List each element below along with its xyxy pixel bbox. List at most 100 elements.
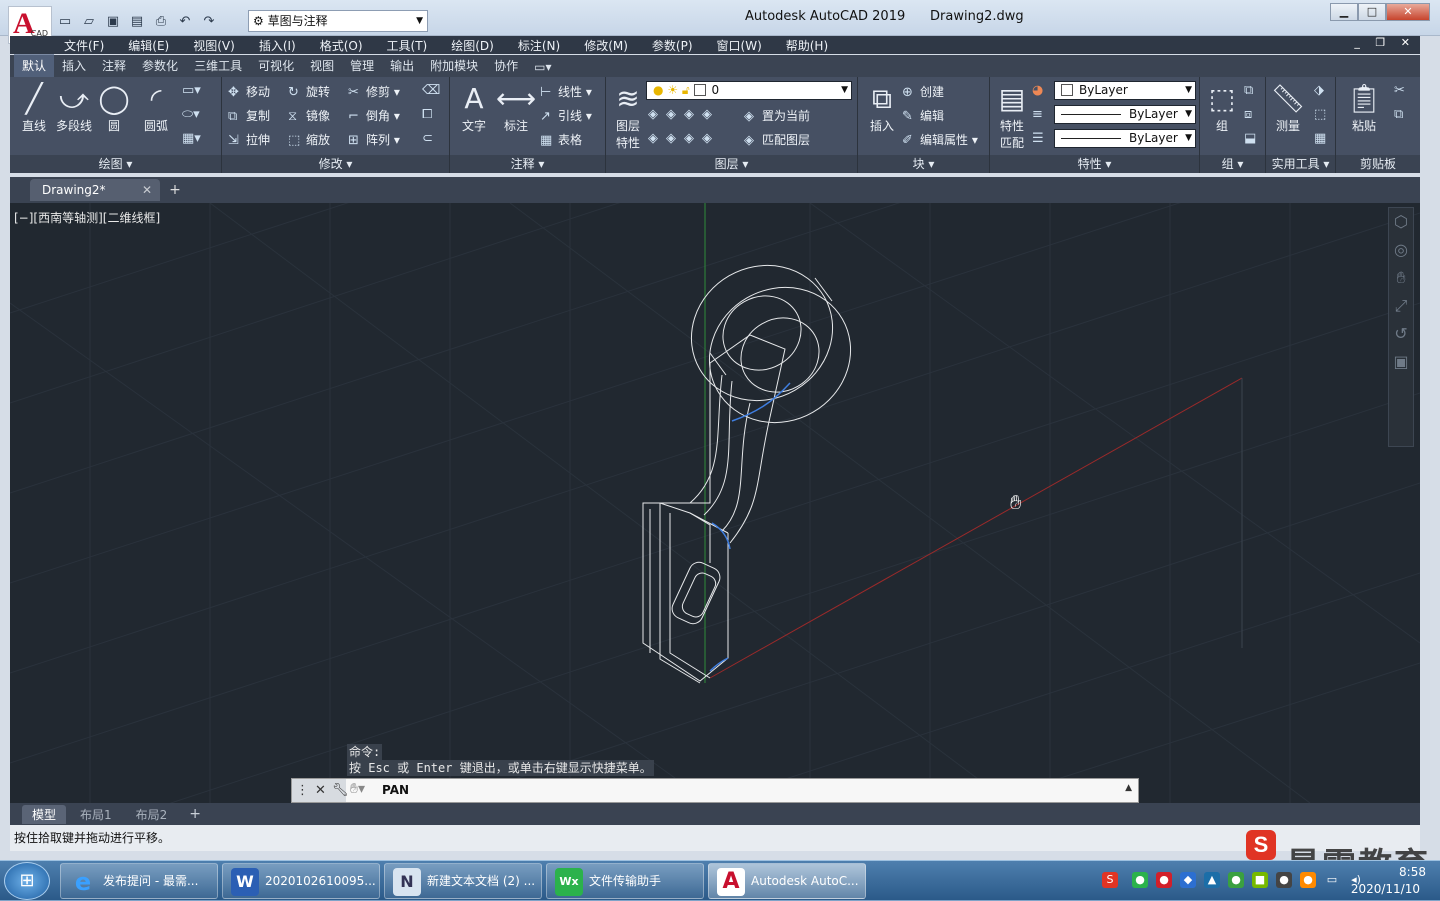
create-block-button[interactable]: ⊕ 创建 (902, 83, 944, 100)
layer-tools-row2[interactable]: ◈ ◈ ◈ ◈ (648, 131, 720, 146)
hatch-button[interactable]: ▦▾ (182, 131, 201, 146)
file-tab-drawing2[interactable]: Drawing2* ✕ (30, 179, 160, 201)
taskbar-item-notepad[interactable]: N 新建文本文档 (2) ... (384, 863, 542, 899)
insert-block-button[interactable]: ⧉ 插入 (860, 81, 904, 134)
panel-layers-title[interactable]: 图层 ▾ (606, 155, 857, 173)
menu-modify[interactable]: 修改(M) (584, 37, 628, 54)
panel-groups-title[interactable]: 组 ▾ (1200, 155, 1265, 173)
menu-tools[interactable]: 工具(T) (387, 37, 428, 54)
security-tray-icon[interactable]: ◆ (1180, 872, 1196, 888)
explode-button[interactable]: ⧠ (422, 107, 440, 122)
menu-parametric[interactable]: 参数(P) (652, 37, 693, 54)
color-dropdown[interactable]: ByLayer ▼ (1054, 81, 1196, 100)
erase-button[interactable]: ⌫ (422, 83, 440, 98)
paste-button[interactable]: 📋︎ 粘贴 (1342, 81, 1386, 134)
stretch-button[interactable]: ⇲ 拉伸 (228, 131, 270, 148)
weibo-tray-icon[interactable]: ● (1156, 872, 1172, 888)
group-select-icon[interactable]: ⬓ (1244, 131, 1262, 146)
tab-model[interactable]: 模型 (22, 804, 67, 824)
polyline-button[interactable]: ⤻ 多段线 (52, 81, 96, 134)
clock-time[interactable]: 8:58 (1399, 865, 1426, 879)
menu-dimension[interactable]: 标注(N) (518, 37, 560, 54)
text-button[interactable]: A 文字 (452, 81, 496, 134)
edit-block-button[interactable]: ✎ 编辑 (902, 107, 944, 124)
redo-icon[interactable]: ↷ (200, 12, 218, 30)
viewport-controls-label[interactable]: [−][西南等轴测][二维线框] (14, 209, 160, 226)
match-layer-button[interactable]: ◈ 匹配图层 (744, 131, 810, 148)
sogou-ime-icon[interactable]: S (1102, 872, 1118, 888)
tab-manage[interactable]: 管理 (342, 55, 382, 77)
set-current-button[interactable]: ◈ 置为当前 (744, 107, 810, 124)
minimize-button[interactable]: ▁ (1330, 3, 1358, 21)
menu-window[interactable]: 窗口(W) (717, 37, 762, 54)
select-all-icon[interactable]: ⬚ (1314, 107, 1332, 122)
steering-wheel-icon[interactable]: ◎ (1389, 236, 1413, 264)
scale-button[interactable]: ⬚ 缩放 (288, 131, 330, 148)
panel-properties-title[interactable]: 特性 ▾ (990, 155, 1199, 173)
lineweight-dropdown[interactable]: ByLayer ▼ (1054, 129, 1196, 148)
linetype-dropdown[interactable]: ByLayer ▼ (1054, 105, 1196, 124)
open-file-icon[interactable]: ▱ (80, 12, 98, 30)
leader-button[interactable]: ↗ 引线 ▾ (540, 107, 592, 124)
fillet-button[interactable]: ⌐ 倒角 ▾ (348, 107, 400, 124)
clock-date[interactable]: 2020/11/10 (1351, 882, 1420, 896)
group-button[interactable]: ⬚ 组 (1200, 81, 1244, 134)
menu-view[interactable]: 视图(V) (193, 37, 235, 54)
dimension-button[interactable]: ⟷ 标注 (494, 81, 538, 134)
panel-utilities-title[interactable]: 实用工具 ▾ (1266, 155, 1335, 173)
circle-button[interactable]: ◯ 圆 (92, 81, 136, 134)
chevron-up-icon[interactable]: ▲ (1125, 783, 1132, 793)
tab-addins[interactable]: 附加模块 (422, 55, 486, 77)
group-edit-icon[interactable]: ⧈ (1244, 107, 1262, 122)
viewcube-icon[interactable]: ⬡ (1389, 208, 1413, 236)
edit-attributes-button[interactable]: ✐ 编辑属性 ▾ (902, 131, 978, 148)
ribbon-options-icon[interactable]: ▭▾ (526, 58, 559, 77)
menu-file[interactable]: 文件(F) (64, 37, 104, 54)
tab-insert[interactable]: 插入 (54, 55, 94, 77)
rotate-button[interactable]: ↻ 旋转 (288, 83, 330, 100)
tab-view[interactable]: 视图 (302, 55, 342, 77)
array-button[interactable]: ⊞ 阵列 ▾ (348, 131, 400, 148)
tab-parametric[interactable]: 参数化 (134, 55, 186, 77)
close-button[interactable]: ✕ (1386, 3, 1430, 21)
table-button[interactable]: ▦ 表格 (540, 131, 582, 148)
tab-home[interactable]: 默认 (14, 54, 55, 77)
layer-dropdown[interactable]: ● ☀ 🔓︎ 0 ▼ (646, 81, 852, 100)
pan-icon[interactable]: ✋︎ (1389, 264, 1413, 292)
panel-modify-title[interactable]: 修改 ▾ (222, 155, 449, 173)
nvidia-tray-icon[interactable]: ■ (1252, 872, 1268, 888)
trim-button[interactable]: ✂ 修剪 ▾ (348, 83, 400, 100)
new-file-icon[interactable]: ▭ (56, 12, 74, 30)
drawing-canvas[interactable] (10, 203, 1420, 803)
menu-edit[interactable]: 编辑(E) (128, 37, 169, 54)
offset-button[interactable]: ⊂ (422, 131, 440, 146)
ungroup-icon[interactable]: ⧉ (1244, 83, 1262, 98)
tab-visualize[interactable]: 可视化 (250, 55, 302, 77)
move-button[interactable]: ✥ 移动 (228, 83, 270, 100)
copy-button[interactable]: ⧉ 复制 (228, 107, 270, 124)
tab-3d-tools[interactable]: 三维工具 (186, 55, 250, 77)
display-tray-icon[interactable]: ▭ (1324, 872, 1340, 888)
linear-dim-button[interactable]: ⊢ 线性 ▾ (540, 83, 592, 100)
update-tray-icon[interactable]: ● (1228, 872, 1244, 888)
zoom-extents-icon[interactable]: ⤢ (1389, 292, 1413, 320)
print-icon[interactable]: ⎙ (152, 12, 170, 30)
quick-select-icon[interactable]: ⬗ (1314, 83, 1332, 98)
line-button[interactable]: ╱ 直线 (12, 81, 56, 134)
maximize-button[interactable]: □ (1358, 3, 1386, 21)
undo-icon[interactable]: ↶ (176, 12, 194, 30)
qq-tray-icon[interactable]: ● (1300, 872, 1316, 888)
tab-annotate[interactable]: 注释 (94, 55, 134, 77)
menu-format[interactable]: 格式(O) (320, 37, 363, 54)
tab-layout2[interactable]: 布局2 (126, 805, 178, 824)
showmotion-icon[interactable]: ▣ (1389, 348, 1413, 376)
cut-icon[interactable]: ✂ (1394, 83, 1412, 98)
taskbar-item-autocad[interactable]: A Autodesk AutoC... (708, 863, 866, 899)
wrench-icon[interactable]: 🔧︎ (332, 783, 349, 798)
menu-insert[interactable]: 插入(I) (259, 37, 296, 54)
measure-button[interactable]: 📏︎ 测量 (1266, 81, 1310, 134)
taskbar-item-wechat[interactable]: Wx 文件传输助手 (546, 863, 704, 899)
add-layout-button[interactable]: + (181, 806, 201, 822)
menu-draw[interactable]: 绘图(D) (451, 37, 494, 54)
wechat-tray-icon[interactable]: ● (1132, 872, 1148, 888)
